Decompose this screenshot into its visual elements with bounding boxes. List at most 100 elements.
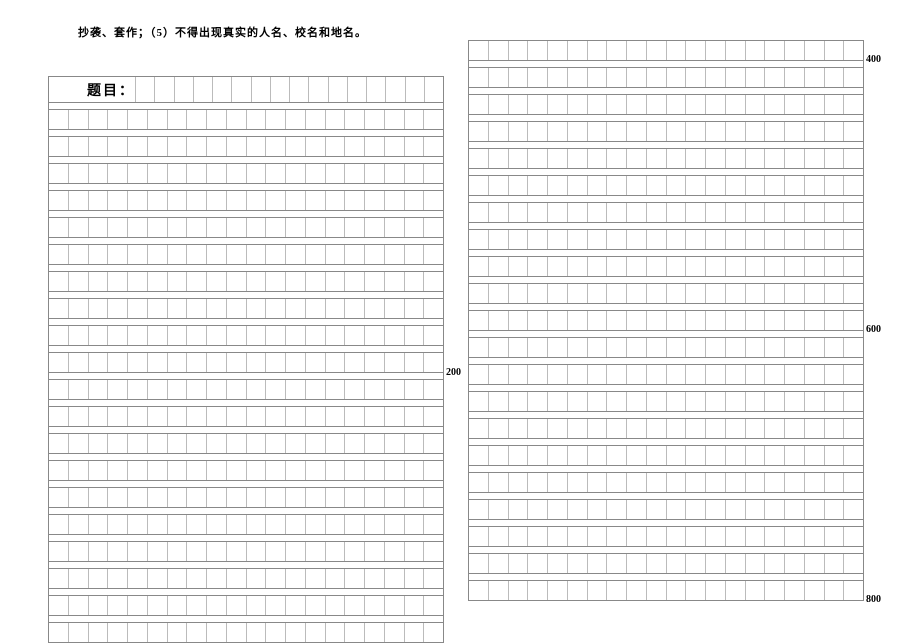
grid-cell bbox=[285, 542, 305, 561]
grid-cell bbox=[587, 41, 607, 60]
grid-cell bbox=[587, 419, 607, 438]
grid-cell bbox=[49, 326, 68, 345]
grid-cell bbox=[784, 203, 804, 222]
grid-cell bbox=[606, 392, 626, 411]
grid-cell bbox=[488, 230, 508, 249]
grid-cell bbox=[469, 527, 488, 546]
grid-cell bbox=[206, 596, 226, 615]
grid-cell bbox=[725, 338, 745, 357]
grid-cell bbox=[147, 596, 167, 615]
grid-cell bbox=[285, 596, 305, 615]
grid-cell bbox=[685, 176, 705, 195]
grid-cell bbox=[824, 311, 844, 330]
grid-cell bbox=[666, 95, 686, 114]
grid-cell bbox=[246, 353, 266, 372]
grid-cell bbox=[68, 623, 88, 642]
grid-cell bbox=[404, 137, 424, 156]
grid-cell bbox=[824, 500, 844, 519]
grid-cell bbox=[705, 311, 725, 330]
grid-cell bbox=[167, 434, 187, 453]
grid-cell bbox=[251, 77, 270, 102]
grid-cell bbox=[666, 68, 686, 87]
grid-cell bbox=[68, 461, 88, 480]
grid-cell bbox=[606, 284, 626, 303]
grid-cell bbox=[804, 527, 824, 546]
grid-cell bbox=[705, 41, 725, 60]
grid-cell bbox=[469, 203, 488, 222]
grid-cell bbox=[784, 284, 804, 303]
grid-cell bbox=[325, 488, 345, 507]
grid-cell bbox=[127, 488, 147, 507]
grid-cell bbox=[488, 338, 508, 357]
grid-cell bbox=[147, 407, 167, 426]
grid-cell bbox=[68, 353, 88, 372]
grid-cell bbox=[824, 581, 844, 600]
grid-cell bbox=[508, 554, 528, 573]
grid-cell bbox=[488, 122, 508, 141]
grid-cell bbox=[88, 245, 108, 264]
grid-row bbox=[49, 515, 443, 535]
grid-cell bbox=[167, 218, 187, 237]
grid-cell bbox=[804, 311, 824, 330]
grid-cell bbox=[804, 284, 824, 303]
grid-cell bbox=[646, 149, 666, 168]
grid-cell bbox=[843, 122, 863, 141]
grid-cell bbox=[167, 137, 187, 156]
grid-cell bbox=[423, 245, 443, 264]
grid-cell bbox=[646, 473, 666, 492]
grid-cell bbox=[68, 299, 88, 318]
grid-row bbox=[469, 257, 863, 277]
grid-cell bbox=[226, 596, 246, 615]
grid-cell bbox=[745, 311, 765, 330]
grid-cell bbox=[764, 149, 784, 168]
grid-cell bbox=[384, 353, 404, 372]
grid-cell bbox=[107, 299, 127, 318]
grid-cell bbox=[804, 581, 824, 600]
gap-row bbox=[49, 157, 443, 164]
grid-cell bbox=[344, 164, 364, 183]
grid-right bbox=[468, 40, 864, 601]
grid-cell bbox=[344, 434, 364, 453]
grid-row bbox=[469, 392, 863, 412]
grid-cell bbox=[167, 191, 187, 210]
grid-cell bbox=[547, 365, 567, 384]
grid-cell bbox=[824, 338, 844, 357]
grid-cell bbox=[764, 338, 784, 357]
gap-row bbox=[469, 358, 863, 365]
grid-cell bbox=[824, 230, 844, 249]
grid-cell bbox=[488, 500, 508, 519]
title-label: 题目： bbox=[49, 80, 135, 100]
grid-cell bbox=[265, 380, 285, 399]
grid-cell bbox=[226, 515, 246, 534]
grid-cell bbox=[508, 230, 528, 249]
grid-cell bbox=[305, 353, 325, 372]
grid-cell bbox=[174, 77, 193, 102]
grid-cell bbox=[305, 245, 325, 264]
grid-cell bbox=[265, 110, 285, 129]
grid-cell bbox=[186, 110, 206, 129]
grid-cell bbox=[127, 299, 147, 318]
gap-row bbox=[469, 142, 863, 149]
grid-cell bbox=[226, 137, 246, 156]
grid-cell bbox=[725, 176, 745, 195]
grid-cell bbox=[527, 446, 547, 465]
grid-cell bbox=[685, 122, 705, 141]
grid-cell bbox=[843, 473, 863, 492]
grid-cell bbox=[606, 365, 626, 384]
instruction-text: 抄袭、套作；（5）不得出现真实的人名、校名和地名。 bbox=[78, 24, 367, 40]
grid-cell bbox=[804, 365, 824, 384]
grid-cell bbox=[646, 257, 666, 276]
grid-cell bbox=[344, 191, 364, 210]
grid-cell bbox=[246, 137, 266, 156]
grid-cell bbox=[567, 122, 587, 141]
gap-row bbox=[49, 427, 443, 434]
grid-cell bbox=[325, 542, 345, 561]
grid-cell bbox=[147, 299, 167, 318]
grid-cell bbox=[784, 149, 804, 168]
grid-cell bbox=[305, 299, 325, 318]
grid-cell bbox=[626, 581, 646, 600]
grid-cell bbox=[705, 392, 725, 411]
grid-cell bbox=[88, 137, 108, 156]
grid-cell bbox=[843, 581, 863, 600]
grid-cell bbox=[285, 488, 305, 507]
